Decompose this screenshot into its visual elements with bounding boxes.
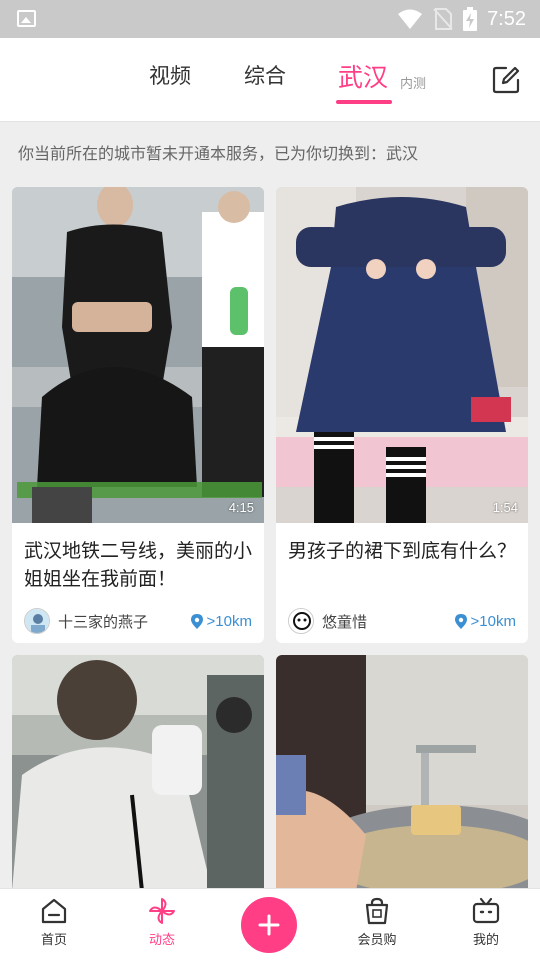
nav-vip[interactable]: 会员购 [332,897,422,948]
video-duration: 1:54 [492,500,518,515]
video-thumbnail[interactable]: 1:54 [276,187,528,523]
tab-video[interactable]: 视频 [149,60,191,90]
no-sim-icon [433,8,453,30]
top-tab-bar: 视频 综合 武汉 内测 [0,38,540,122]
card-meta: 十三家的燕子 >10km [12,599,264,643]
clock: 7:52 [487,7,526,30]
edit-icon[interactable] [490,64,522,96]
video-duration: 4:15 [228,500,254,515]
nav-mine-label: 我的 [472,933,499,948]
shopping-bag-icon [365,897,389,925]
image-icon [17,10,36,27]
distance-value: >10km [206,612,252,630]
video-thumbnail[interactable]: 4:15 [12,187,264,523]
create-post-button[interactable] [241,897,297,953]
feed-card[interactable]: 4:15 武汉地铁二号线，美丽的小姐姐坐在我前面！ 十三家的燕子 >10km [12,187,264,643]
author-name[interactable]: 悠童惜 [322,611,455,632]
card-title[interactable]: 男孩子的裙下到底有什么？ [276,523,528,599]
beta-badge: 内测 [400,77,427,92]
distance: >10km [190,612,252,630]
city-switch-notice: 你当前所在的城市暂未开通本服务，已为你切换到：武汉 [18,144,419,163]
distance: >10km [454,612,516,630]
location-pin-icon [190,613,203,629]
nav-mine[interactable]: 我的 [441,897,531,948]
avatar[interactable] [288,608,314,634]
card-meta: 悠童惜 >10km [276,599,528,643]
tab-city[interactable]: 武汉 [338,58,388,94]
home-icon [41,898,67,924]
nav-home[interactable]: 首页 [9,897,99,948]
author-name[interactable]: 十三家的燕子 [58,611,191,632]
nav-feed-label: 动态 [148,933,175,948]
pinwheel-icon [149,898,175,924]
card-title[interactable]: 武汉地铁二号线，美丽的小姐姐坐在我前面！ [12,523,264,599]
nav-vip-label: 会员购 [357,933,397,948]
active-tab-indicator [336,100,392,104]
distance-value: >10km [470,612,516,630]
location-pin-icon [454,613,467,629]
tv-icon [472,897,500,924]
bottom-nav: 首页 动态 会员购 我的 [0,888,540,960]
tab-general[interactable]: 综合 [244,60,286,90]
wifi-icon [398,9,423,29]
feed-card[interactable]: 1:54 男孩子的裙下到底有什么？ 悠童惜 >10km [276,187,528,643]
nav-home-label: 首页 [40,933,67,948]
status-bar: 7:52 [0,0,540,38]
avatar[interactable] [24,608,50,634]
plus-icon [258,914,280,936]
nav-feed[interactable]: 动态 [117,897,207,948]
battery-charging-icon [463,7,478,31]
